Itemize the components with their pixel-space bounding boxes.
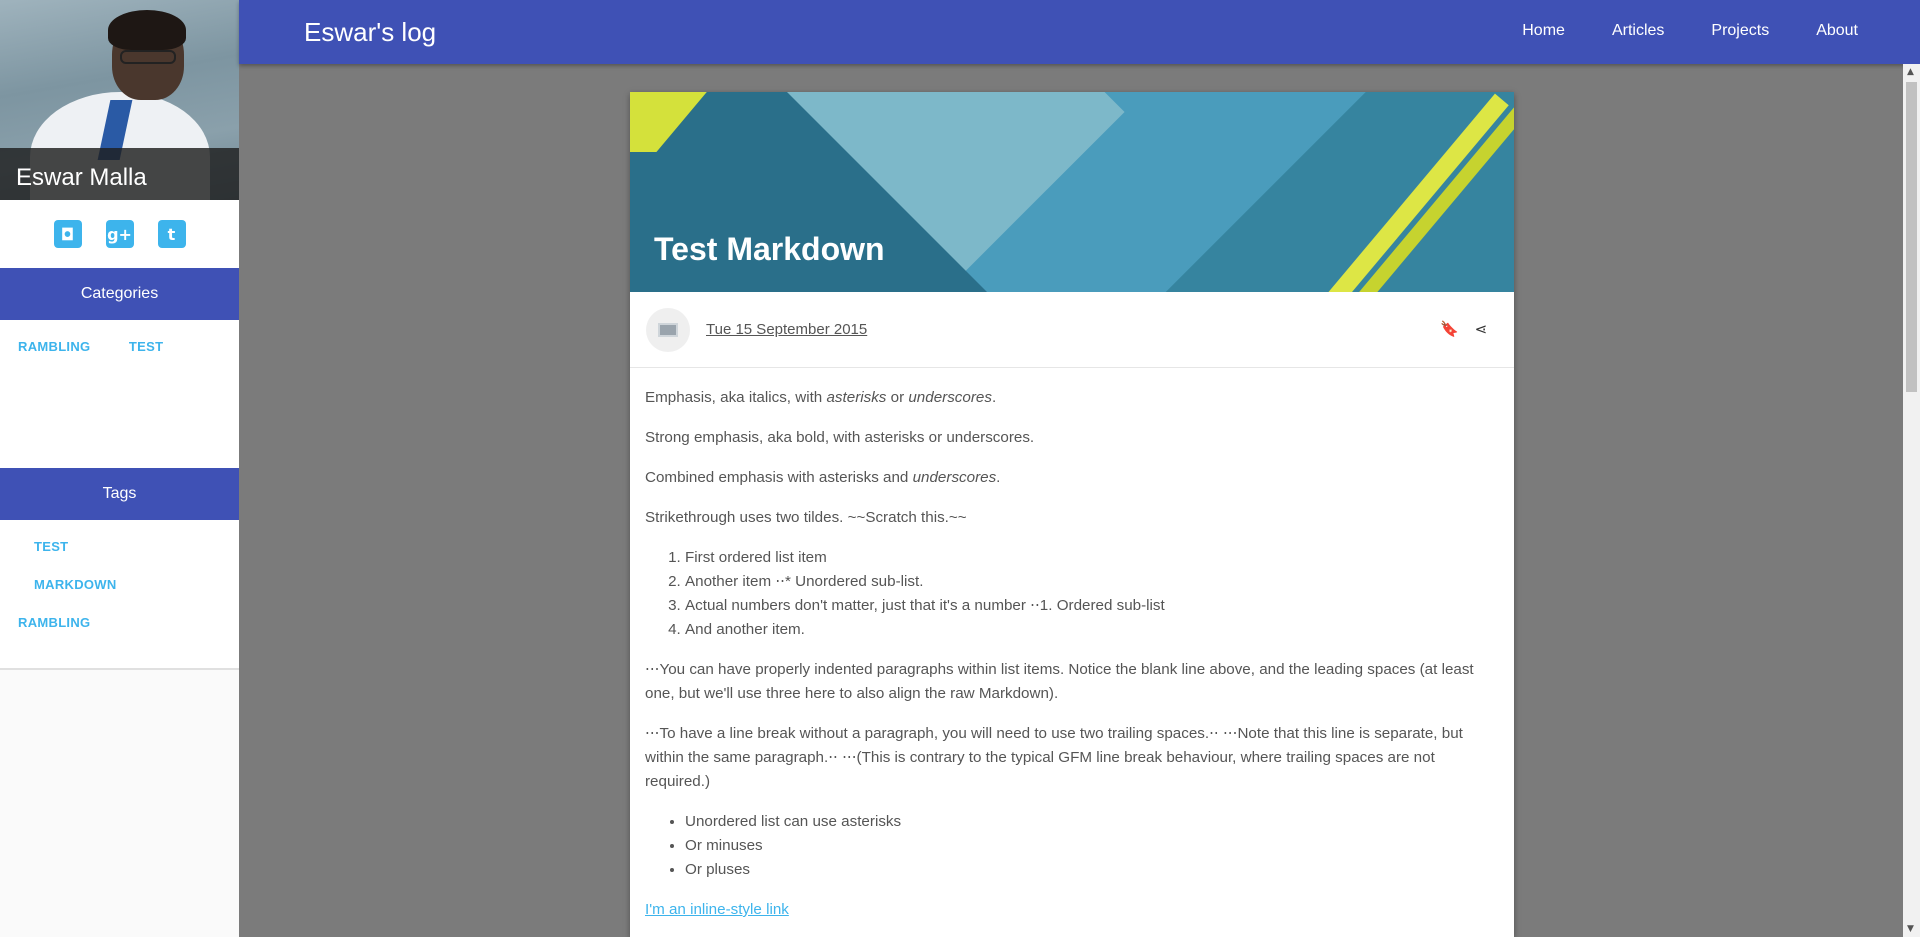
image-icon (658, 323, 678, 337)
paragraph-indented: ⋅⋅⋅You can have properly indented paragr… (645, 661, 1474, 702)
twitter-icon[interactable]: t (157, 220, 186, 248)
sidebar-divider (0, 668, 239, 670)
bookmark-icon[interactable]: 🔖 (1440, 320, 1459, 338)
sidebar: Eswar Malla ◘ g+ t Categories RAMBLING T… (0, 0, 239, 937)
nav-about[interactable]: About (1816, 22, 1858, 40)
list-item: Or minuses (685, 834, 1499, 858)
list-item: Or pluses (685, 858, 1499, 882)
author-avatar (646, 308, 690, 352)
ordered-list: First ordered list item Another item ⋅⋅*… (685, 546, 1499, 642)
tags-list: TEST MARKDOWN RAMBLING (0, 520, 239, 668)
scrollbar-thumb[interactable] (1906, 82, 1917, 392)
site-title[interactable]: Eswar's log (304, 17, 436, 48)
category-rambling[interactable]: RAMBLING (18, 339, 90, 354)
tags-header: Tags (0, 468, 239, 520)
scroll-down-icon[interactable]: ▼ (1907, 924, 1914, 934)
list-item: Another item ⋅⋅* Unordered sub-list. (685, 570, 1499, 594)
post-meta: Tue 15 September 2015 🔖 ⋖ (630, 292, 1514, 368)
post-hero-image: Test Markdown (630, 92, 1514, 292)
category-test[interactable]: TEST (129, 339, 163, 354)
list-item: Unordered list can use asterisks (685, 810, 1499, 834)
nav-articles[interactable]: Articles (1612, 22, 1664, 40)
post-content: Emphasis, aka italics, with asterisks or… (630, 368, 1514, 922)
scroll-up-icon[interactable]: ▲ (1907, 67, 1914, 77)
main-nav: Home Articles Projects About (1522, 22, 1858, 40)
unordered-list: Unordered list can use asterisks Or minu… (685, 810, 1499, 882)
profile-name: Eswar Malla (16, 164, 147, 191)
nav-projects[interactable]: Projects (1711, 22, 1769, 40)
post-date[interactable]: Tue 15 September 2015 (706, 321, 867, 338)
paragraph-emphasis: Emphasis, aka italics, with asterisks or… (645, 389, 997, 406)
tag-rambling[interactable]: RAMBLING (18, 615, 90, 630)
inline-link[interactable]: I'm an inline-style link (645, 901, 789, 918)
profile-photo: Eswar Malla (0, 0, 239, 200)
tag-markdown[interactable]: MARKDOWN (34, 577, 117, 592)
nav-home[interactable]: Home (1522, 22, 1565, 40)
social-links: ◘ g+ t (0, 200, 239, 268)
categories-list: RAMBLING TEST (0, 320, 239, 468)
list-item: And another item. (685, 618, 1499, 642)
google-plus-icon[interactable]: g+ (105, 220, 134, 248)
page-scrollbar[interactable]: ▲ ▼ (1903, 64, 1920, 937)
categories-header: Categories (0, 268, 239, 320)
post-card: Test Markdown Tue 15 September 2015 🔖 ⋖ … (630, 92, 1514, 937)
post-title: Test Markdown (654, 231, 885, 267)
list-item: Actual numbers don't matter, just that i… (685, 594, 1499, 618)
paragraph-line-break: ⋅⋅⋅To have a line break without a paragr… (645, 725, 1463, 790)
share-icon[interactable]: ⋖ (1472, 320, 1490, 338)
list-item: First ordered list item (685, 546, 1499, 570)
github-icon[interactable]: ◘ (53, 220, 82, 248)
top-app-bar: Eswar's log Home Articles Projects About (239, 0, 1920, 64)
tag-test[interactable]: TEST (34, 539, 68, 554)
paragraph-strikethrough: Strikethrough uses two tildes. ~~Scratch… (645, 509, 967, 526)
paragraph-strong: Strong emphasis, aka bold, with asterisk… (645, 429, 1035, 446)
paragraph-combined: Combined emphasis with asterisks and und… (645, 469, 1001, 486)
